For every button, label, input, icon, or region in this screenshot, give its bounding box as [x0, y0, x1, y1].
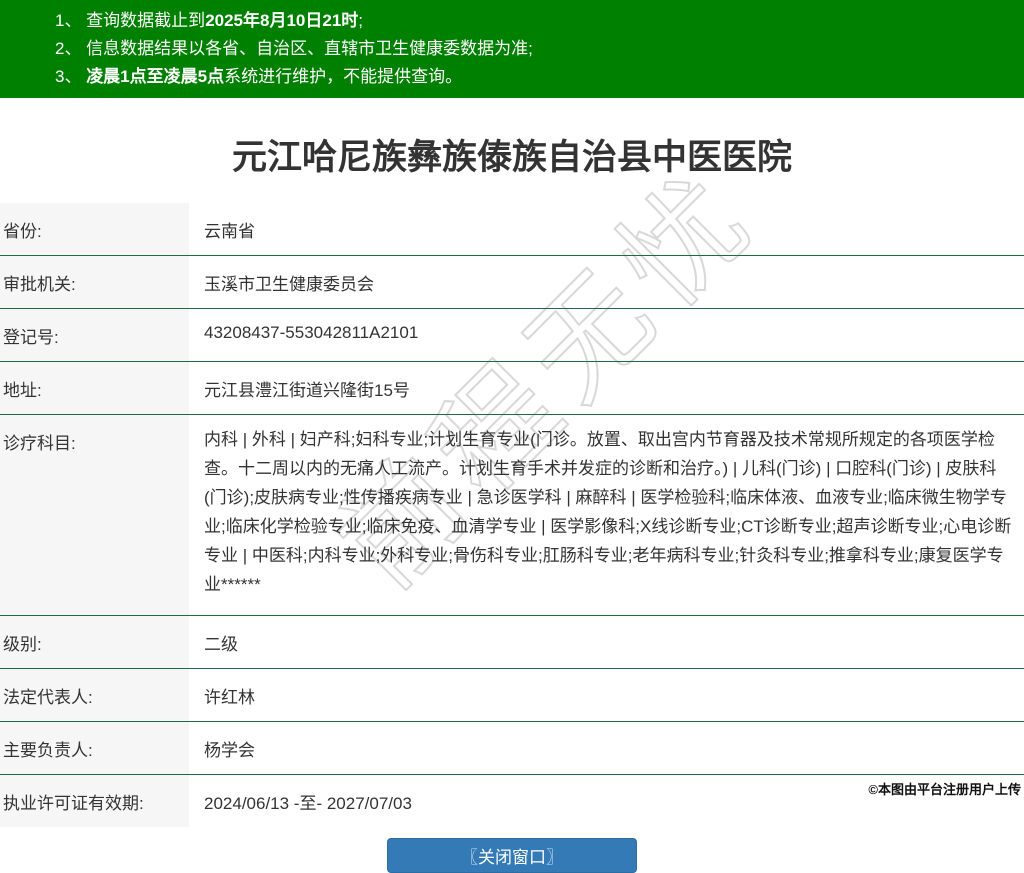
field-label-legal-representative: 法定代表人:: [0, 669, 189, 722]
field-label-license-validity: 执业许可证有效期:: [0, 775, 189, 828]
image-upload-note: ©本图由平台注册用户上传: [868, 779, 1021, 798]
field-value-medical-subjects: 内科 | 外科 | 妇产科;妇科专业;计划生育专业(门诊。放置、取出宫内节育器及…: [189, 415, 1024, 616]
notice-3-bold-text: 凌晨1点至凌晨5点: [86, 67, 224, 86]
notice-3-text: 3、: [55, 67, 86, 86]
field-label-address: 地址:: [0, 362, 189, 415]
notice-1-suffix: ;: [358, 11, 363, 30]
row-legal-representative: 法定代表人: 许红林: [0, 669, 1024, 722]
row-level: 级别: 二级: [0, 616, 1024, 669]
notice-line-1: 1、 查询数据截止到2025年8月10日21时;: [55, 7, 1014, 35]
notice-banner: 1、 查询数据截止到2025年8月10日21时; 2、 信息数据结果以各省、自治…: [0, 0, 1024, 98]
field-value-approval-authority: 玉溪市卫生健康委员会: [189, 256, 1024, 309]
page-title: 元江哈尼族彝族傣族自治县中医医院: [0, 129, 1024, 180]
row-address: 地址: 元江县澧江街道兴隆街15号: [0, 362, 1024, 415]
notice-line-3: 3、 凌晨1点至凌晨5点系统进行维护，不能提供查询。: [55, 63, 1014, 91]
row-approval-authority: 审批机关: 玉溪市卫生健康委员会: [0, 256, 1024, 309]
row-principal: 主要负责人: 杨学会: [0, 722, 1024, 775]
button-row: 〖关闭窗口〗: [0, 838, 1024, 873]
field-value-registration-number: 43208437-553042811A2101: [189, 309, 1024, 362]
field-label-registration-number: 登记号:: [0, 309, 189, 362]
notice-1-text: 1、 查询数据截止到: [55, 11, 205, 30]
field-label-principal: 主要负责人:: [0, 722, 189, 775]
field-label-medical-subjects: 诊疗科目:: [0, 415, 189, 616]
row-registration-number: 登记号: 43208437-553042811A2101: [0, 309, 1024, 362]
institution-info-table: 省份: 云南省 审批机关: 玉溪市卫生健康委员会 登记号: 43208437-5…: [0, 203, 1024, 827]
field-label-approval-authority: 审批机关:: [0, 256, 189, 309]
field-value-level: 二级: [189, 616, 1024, 669]
close-window-button[interactable]: 〖关闭窗口〗: [387, 838, 637, 873]
field-value-province: 云南省: [189, 203, 1024, 256]
row-province: 省份: 云南省: [0, 203, 1024, 256]
field-label-province: 省份:: [0, 203, 189, 256]
field-value-address: 元江县澧江街道兴隆街15号: [189, 362, 1024, 415]
field-value-principal: 杨学会: [189, 722, 1024, 775]
field-label-level: 级别:: [0, 616, 189, 669]
row-medical-subjects: 诊疗科目: 内科 | 外科 | 妇产科;妇科专业;计划生育专业(门诊。放置、取出…: [0, 415, 1024, 616]
notice-1-bold-text: 2025年8月10日21时: [205, 11, 358, 30]
notice-line-2: 2、 信息数据结果以各省、自治区、直辖市卫生健康委数据为准;: [55, 35, 1014, 63]
notice-3-suffix: 系统进行维护，不能提供查询。: [224, 67, 462, 86]
notice-2-text: 2、 信息数据结果以各省、自治区、直辖市卫生健康委数据为准;: [55, 39, 533, 58]
field-value-legal-representative: 许红林: [189, 669, 1024, 722]
